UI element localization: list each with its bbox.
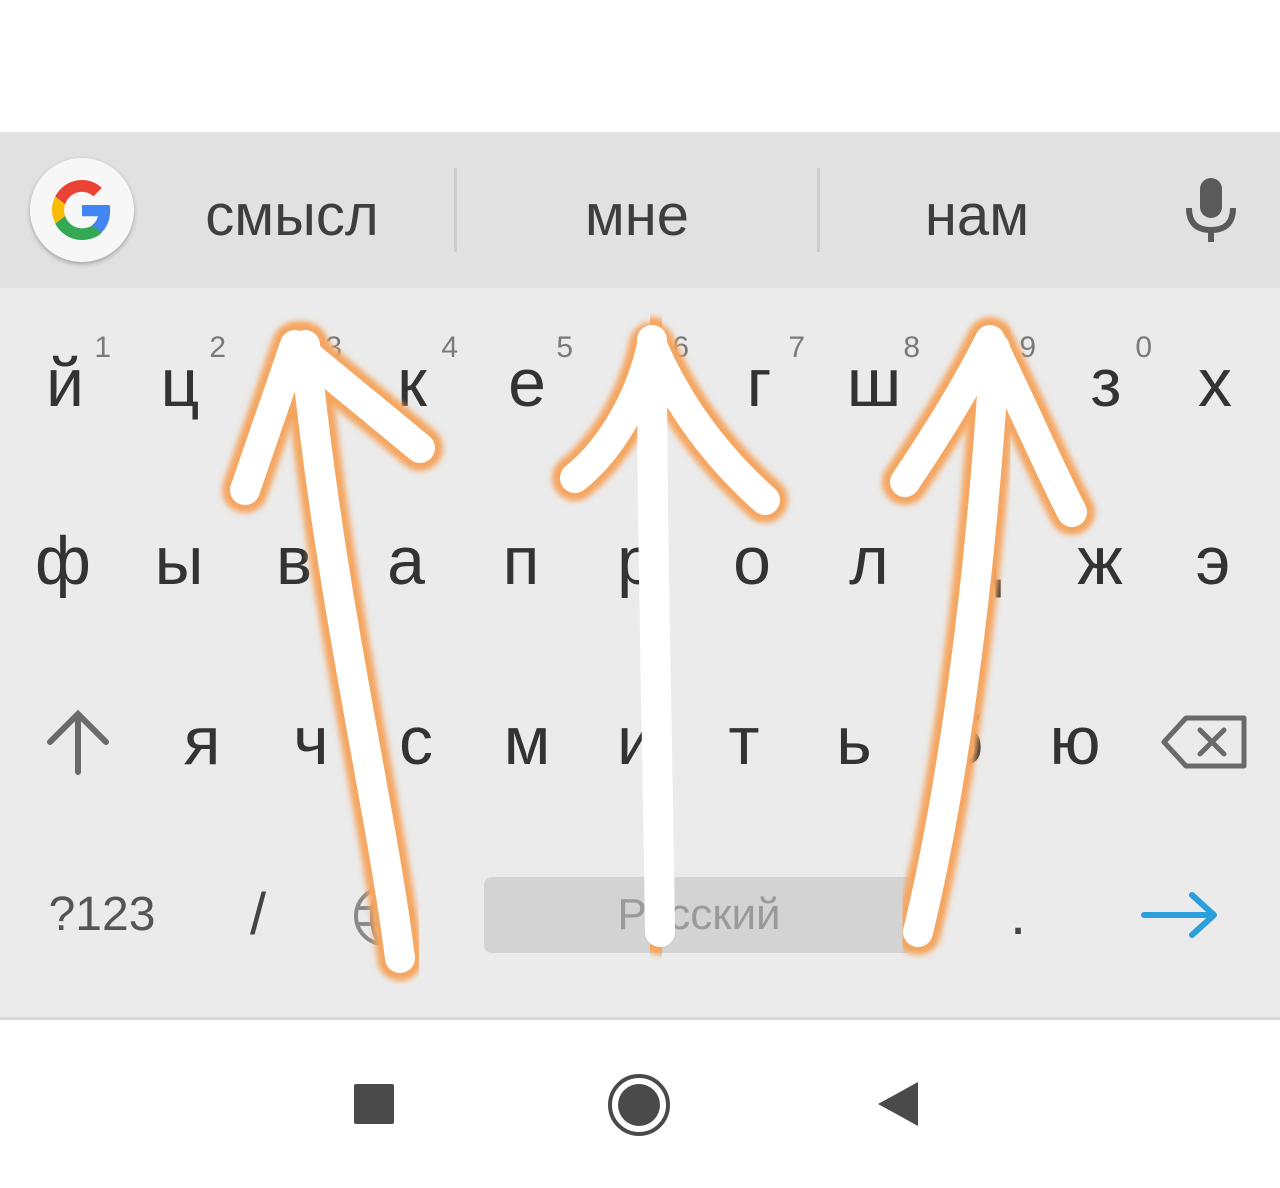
- key-label: ф: [35, 523, 91, 599]
- circle-home-icon[interactable]: [604, 1070, 674, 1140]
- key-8[interactable]: 8 ш: [816, 328, 932, 438]
- key-label: з: [1090, 345, 1122, 421]
- voice-input-button[interactable]: [1176, 172, 1246, 252]
- key-label: ы: [154, 523, 204, 599]
- key-row2-4[interactable]: а: [348, 506, 464, 616]
- backspace-key[interactable]: [1148, 686, 1264, 796]
- key-label: у: [279, 345, 313, 421]
- slash-key[interactable]: /: [200, 860, 316, 970]
- key-row2-5[interactable]: п: [463, 506, 579, 616]
- suggestion-divider: [817, 168, 820, 252]
- key-label: ж: [1077, 523, 1123, 599]
- key-row2-2[interactable]: ы: [121, 506, 237, 616]
- key-row2-1[interactable]: ф: [5, 506, 121, 616]
- key-row3-9[interactable]: ю: [1017, 686, 1133, 796]
- key-label: ш: [846, 345, 902, 421]
- key-label: к: [397, 345, 427, 421]
- key-label: ь: [836, 703, 872, 779]
- arrow-right-icon: [1141, 892, 1217, 938]
- key-row3-4[interactable]: м: [469, 686, 585, 796]
- key-2[interactable]: 2 ц: [122, 328, 238, 438]
- app-content-area: [0, 0, 1280, 132]
- key-row3-3[interactable]: с: [358, 686, 474, 796]
- key-label: п: [502, 523, 540, 599]
- key-row2-11[interactable]: э: [1155, 506, 1271, 616]
- key-row2-7[interactable]: о: [694, 506, 810, 616]
- google-g-icon: [52, 180, 111, 240]
- key-label: й: [46, 345, 84, 421]
- keyboard: 1 й 2 ц 3 у 4 к 5 е 6 н 7 г 8 ш 9 щ 0 з …: [0, 288, 1280, 1018]
- key-5[interactable]: 5 е: [469, 328, 585, 438]
- key-label: с: [399, 703, 433, 779]
- period-key[interactable]: .: [960, 860, 1076, 970]
- key-label: а: [387, 523, 425, 599]
- key-1[interactable]: 1 й: [7, 328, 123, 438]
- suggestion-1[interactable]: смысл: [160, 176, 424, 256]
- key-label: в: [275, 523, 313, 599]
- key-row2-9[interactable]: д: [924, 506, 1040, 616]
- key-label: о: [733, 523, 771, 599]
- backspace-icon: [1161, 715, 1247, 769]
- key-label: ц: [160, 345, 200, 421]
- key-row3-2[interactable]: ч: [253, 686, 369, 796]
- suggestion-strip: смысл мне нам: [0, 132, 1280, 288]
- key-label: р: [617, 523, 655, 599]
- key-label: ч: [293, 703, 329, 779]
- key-9[interactable]: 9 щ: [932, 328, 1048, 438]
- suggestion-3[interactable]: нам: [845, 176, 1109, 256]
- key-row3-5[interactable]: и: [578, 686, 694, 796]
- key-label: б: [944, 703, 984, 779]
- square-recents-icon[interactable]: [346, 1076, 402, 1132]
- key-row3-1[interactable]: я: [144, 686, 260, 796]
- key-row2-6[interactable]: р: [578, 506, 694, 616]
- key-row2-3[interactable]: в: [236, 506, 352, 616]
- key-label: и: [617, 703, 655, 779]
- key-3[interactable]: 3 у: [238, 328, 354, 438]
- key-label: н: [624, 345, 662, 421]
- space-bar-language-label: Русский: [617, 890, 781, 939]
- key-label: т: [728, 703, 760, 779]
- key-label: д: [962, 523, 1002, 599]
- key-row2-10[interactable]: ж: [1042, 506, 1158, 616]
- language-key[interactable]: [326, 860, 442, 970]
- key-label: я: [183, 703, 221, 779]
- key-row3-6[interactable]: т: [686, 686, 802, 796]
- key-label: м: [503, 703, 551, 779]
- globe-icon: [354, 886, 414, 946]
- suggestion-2[interactable]: мне: [505, 176, 769, 256]
- google-search-button[interactable]: [30, 158, 134, 262]
- period-label: .: [1009, 882, 1027, 947]
- key-10[interactable]: 0 з: [1048, 328, 1164, 438]
- suggestion-divider: [454, 168, 457, 252]
- shift-arrow-up-icon: [47, 709, 109, 775]
- key-label: э: [1195, 523, 1231, 599]
- key-label: х: [1198, 345, 1232, 421]
- microphone-icon: [1186, 178, 1236, 242]
- key-row2-8[interactable]: л: [811, 506, 927, 616]
- key-11[interactable]: х: [1157, 328, 1273, 438]
- navigation-bar: [0, 1020, 1280, 1188]
- key-4[interactable]: 4 к: [354, 328, 470, 438]
- key-label: е: [508, 345, 546, 421]
- key-label: г: [746, 345, 772, 421]
- key-row3-7[interactable]: ь: [796, 686, 912, 796]
- symbols-key[interactable]: ?123: [14, 860, 190, 970]
- key-row3-8[interactable]: б: [906, 686, 1022, 796]
- key-label: ю: [1049, 703, 1101, 779]
- screen: смысл мне нам 1 й 2 ц 3 у 4 к 5 е 6 н 7 …: [0, 0, 1280, 1188]
- key-7[interactable]: 7 г: [701, 328, 817, 438]
- shift-key[interactable]: [20, 686, 136, 796]
- symbols-label: ?123: [48, 888, 156, 941]
- key-label: щ: [962, 345, 1018, 421]
- slash-label: /: [249, 882, 267, 947]
- enter-key[interactable]: [1122, 860, 1252, 970]
- key-label: л: [849, 523, 889, 599]
- triangle-back-icon[interactable]: [870, 1076, 926, 1132]
- key-6[interactable]: 6 н: [585, 328, 701, 438]
- space-bar[interactable]: Русский: [484, 877, 914, 953]
